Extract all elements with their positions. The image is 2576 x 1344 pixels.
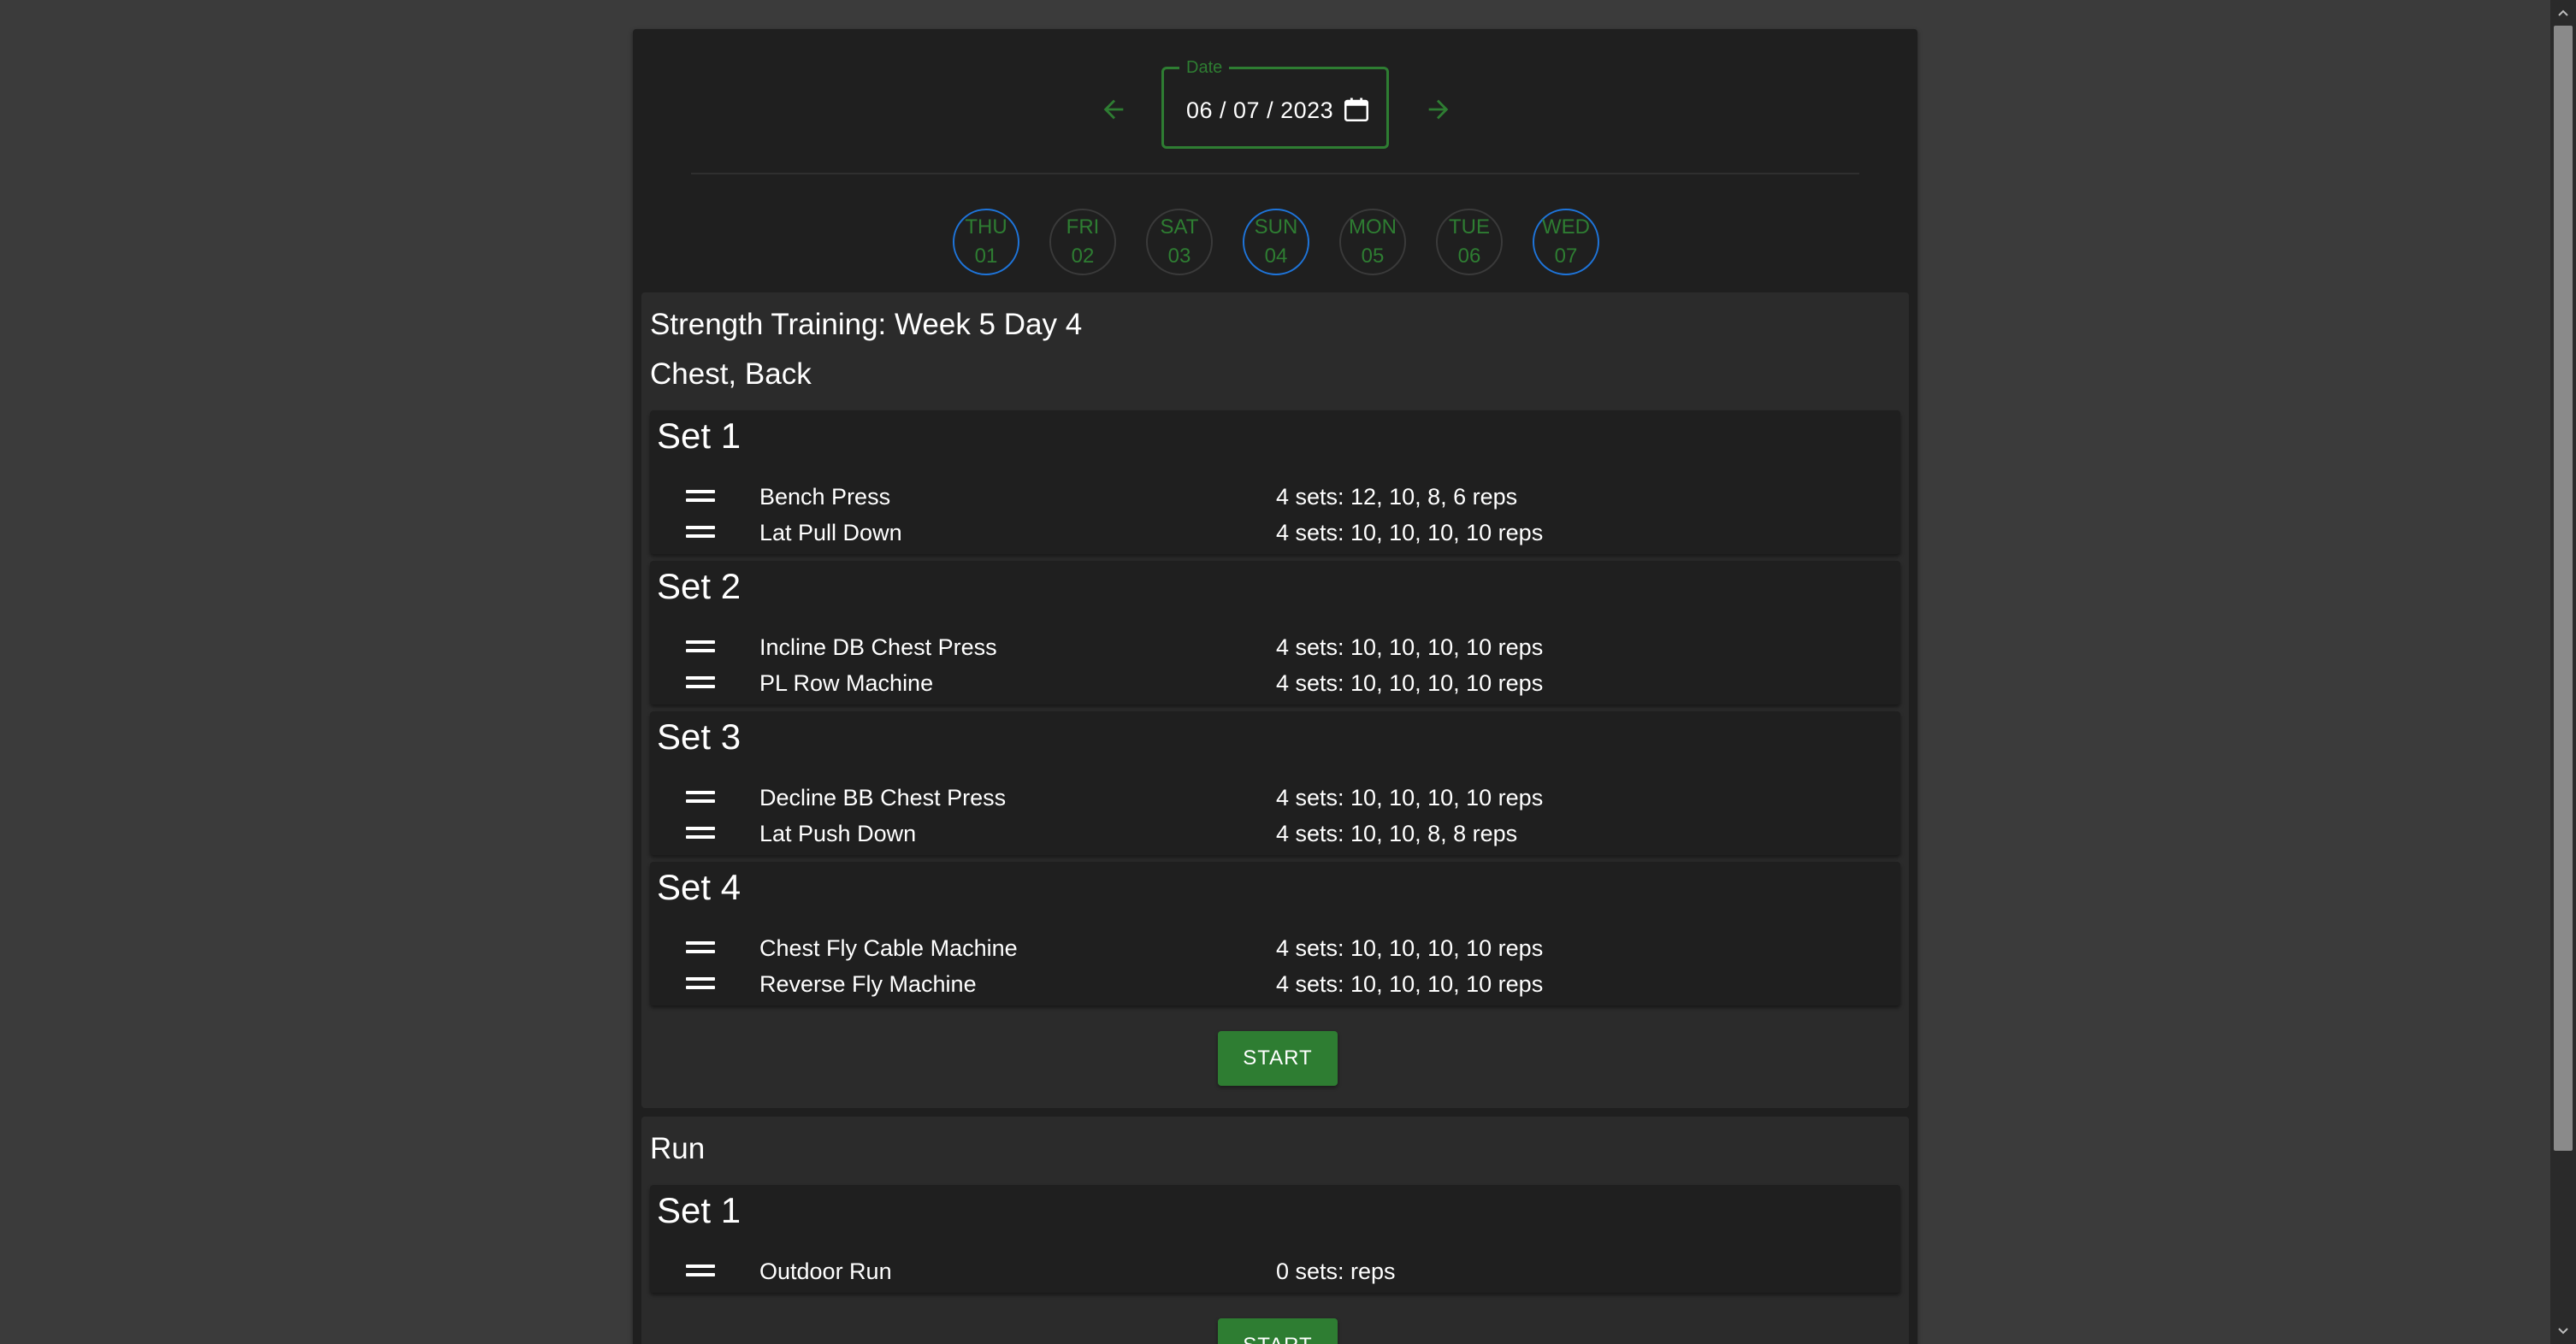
day-name: THU xyxy=(965,215,1007,239)
exercise-name: Bench Press xyxy=(759,484,891,510)
page: Date 06 / 07 / 2023 THU 01 FRI 02 SAT 03… xyxy=(0,0,2576,1344)
arrow-left-icon xyxy=(1103,99,1124,120)
set-block: Set 3 Decline BB Chest Press 4 sets: 10,… xyxy=(650,711,1900,855)
set-title: Set 4 xyxy=(657,867,741,907)
day-name: FRI xyxy=(1066,215,1100,239)
next-day-button[interactable] xyxy=(1418,89,1459,130)
exercise-sets: 4 sets: 10, 10, 10, 10 reps xyxy=(1276,670,1544,696)
day-date: 01 xyxy=(974,245,998,268)
date-navigator: Date 06 / 07 / 2023 xyxy=(633,57,1917,152)
drag-handle-icon[interactable] xyxy=(686,824,715,843)
set-title: Set 2 xyxy=(657,566,741,606)
exercise-row: Lat Push Down 4 sets: 10, 10, 8, 8 reps xyxy=(650,816,1900,852)
day-name: MON xyxy=(1349,215,1397,239)
set-block: Set 2 Incline DB Chest Press 4 sets: 10,… xyxy=(650,561,1900,704)
exercise-sets: 4 sets: 10, 10, 10, 10 reps xyxy=(1276,785,1544,811)
exercise-row: Incline DB Chest Press 4 sets: 10, 10, 1… xyxy=(650,629,1900,665)
exercise-name: Lat Pull Down xyxy=(759,520,902,545)
set-title: Set 3 xyxy=(657,716,741,757)
workout-card: Strength Training: Week 5 Day 4 Chest, B… xyxy=(641,292,1909,1108)
exercise-sets: 4 sets: 10, 10, 10, 10 reps xyxy=(1276,634,1544,660)
previous-day-button[interactable] xyxy=(1093,89,1134,130)
scroll-up-arrow-icon[interactable] xyxy=(2550,0,2576,26)
exercise-name: PL Row Machine xyxy=(759,670,934,696)
start-workout-button[interactable]: START xyxy=(1218,1318,1338,1344)
set-block: Set 1 Bench Press 4 sets: 12, 10, 8, 6 r… xyxy=(650,410,1900,554)
exercise-sets: 4 sets: 10, 10, 10, 10 reps xyxy=(1276,971,1544,997)
drag-handle-icon[interactable] xyxy=(686,788,715,807)
day-mon[interactable]: MON 05 xyxy=(1339,209,1406,275)
drag-handle-icon[interactable] xyxy=(686,638,715,657)
header-divider xyxy=(691,173,1859,174)
week-selector: THU 01 FRI 02 SAT 03 SUN 04 MON 05 TUE 0… xyxy=(633,209,1917,280)
day-date: 03 xyxy=(1167,245,1191,268)
exercise-sets: 4 sets: 10, 10, 10, 10 reps xyxy=(1276,520,1544,545)
day-name: SAT xyxy=(1160,215,1199,239)
day-name: SUN xyxy=(1254,215,1298,239)
day-date: 06 xyxy=(1457,245,1481,268)
set-title: Set 1 xyxy=(657,416,741,456)
workout-panel: Date 06 / 07 / 2023 THU 01 FRI 02 SAT 03… xyxy=(633,29,1917,1344)
date-input[interactable]: Date 06 / 07 / 2023 xyxy=(1161,57,1389,149)
exercise-name: Outdoor Run xyxy=(759,1259,892,1284)
exercise-row: Decline BB Chest Press 4 sets: 10, 10, 1… xyxy=(650,780,1900,816)
day-tue[interactable]: TUE 06 xyxy=(1436,209,1503,275)
drag-handle-icon[interactable] xyxy=(686,939,715,958)
day-name: WED xyxy=(1542,215,1590,239)
scroll-down-arrow-icon[interactable] xyxy=(2550,1318,2576,1344)
drag-handle-icon[interactable] xyxy=(686,487,715,506)
workout-title: Strength Training: Week 5 Day 4 xyxy=(650,308,1083,341)
exercise-sets: 0 sets: reps xyxy=(1276,1259,1396,1284)
exercise-row: Bench Press 4 sets: 12, 10, 8, 6 reps xyxy=(650,479,1900,515)
exercise-row: Chest Fly Cable Machine 4 sets: 10, 10, … xyxy=(650,930,1900,966)
exercise-sets: 4 sets: 10, 10, 8, 8 reps xyxy=(1276,821,1518,846)
vertical-scrollbar[interactable] xyxy=(2550,0,2576,1344)
exercise-name: Incline DB Chest Press xyxy=(759,634,997,660)
day-date: 02 xyxy=(1071,245,1095,268)
day-date: 04 xyxy=(1264,245,1288,268)
exercise-row: PL Row Machine 4 sets: 10, 10, 10, 10 re… xyxy=(650,665,1900,701)
day-fri[interactable]: FRI 02 xyxy=(1049,209,1116,275)
arrow-right-icon xyxy=(1428,99,1449,120)
calendar-icon[interactable] xyxy=(1342,95,1371,124)
exercise-row: Reverse Fly Machine 4 sets: 10, 10, 10, … xyxy=(650,966,1900,1002)
exercise-sets: 4 sets: 12, 10, 8, 6 reps xyxy=(1276,484,1518,510)
exercise-row: Outdoor Run 0 sets: reps xyxy=(650,1253,1900,1289)
exercise-name: Decline BB Chest Press xyxy=(759,785,1007,811)
day-date: 07 xyxy=(1554,245,1578,268)
exercise-name: Lat Push Down xyxy=(759,821,917,846)
start-workout-button[interactable]: START xyxy=(1218,1031,1338,1086)
exercise-row: Lat Pull Down 4 sets: 10, 10, 10, 10 rep… xyxy=(650,515,1900,551)
workout-title: Run xyxy=(650,1132,706,1165)
date-value[interactable]: 06 / 07 / 2023 xyxy=(1186,95,1333,126)
set-block: Set 1 Outdoor Run 0 sets: reps xyxy=(650,1185,1900,1293)
set-block: Set 4 Chest Fly Cable Machine 4 sets: 10… xyxy=(650,862,1900,1005)
day-date: 05 xyxy=(1361,245,1385,268)
scrollbar-thumb[interactable] xyxy=(2554,26,2573,1151)
day-sun[interactable]: SUN 04 xyxy=(1243,209,1309,275)
exercise-sets: 4 sets: 10, 10, 10, 10 reps xyxy=(1276,935,1544,961)
drag-handle-icon[interactable] xyxy=(686,1262,715,1281)
exercise-name: Reverse Fly Machine xyxy=(759,971,977,997)
day-name: TUE xyxy=(1449,215,1490,239)
day-thu[interactable]: THU 01 xyxy=(953,209,1019,275)
exercise-name: Chest Fly Cable Machine xyxy=(759,935,1018,961)
day-wed[interactable]: WED 07 xyxy=(1533,209,1599,275)
date-field-label: Date xyxy=(1179,57,1230,78)
drag-handle-icon[interactable] xyxy=(686,975,715,993)
day-sat[interactable]: SAT 03 xyxy=(1146,209,1213,275)
drag-handle-icon[interactable] xyxy=(686,523,715,542)
workout-card: Run Set 1 Outdoor Run 0 sets: reps START xyxy=(641,1117,1909,1344)
workout-subtitle: Chest, Back xyxy=(650,357,812,391)
set-title: Set 1 xyxy=(657,1190,741,1230)
drag-handle-icon[interactable] xyxy=(686,674,715,693)
